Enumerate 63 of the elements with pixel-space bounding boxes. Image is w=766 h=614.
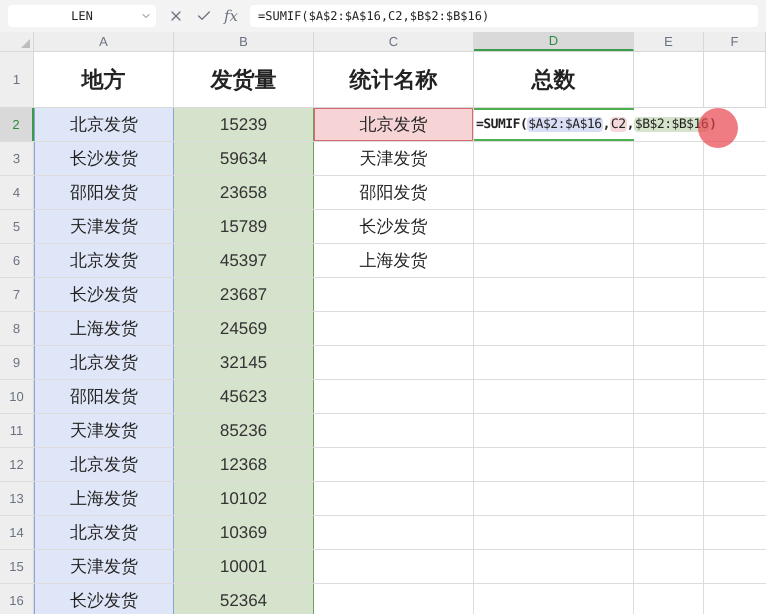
table-cell: 天津发货 (34, 210, 174, 243)
table-cell: 12368 (174, 448, 314, 481)
formula-field[interactable]: =SUMIF($A$2:$A$16,C2,$B$2:$B$16) (250, 5, 758, 27)
table-cell: 45623 (174, 380, 314, 413)
table-cell: 北京发货 (314, 108, 473, 141)
row-header[interactable]: 3 (0, 142, 34, 175)
table-cell: 长沙发货 (34, 278, 174, 311)
table-cell-text: 长沙发货 (358, 216, 428, 238)
table-cell: 长沙发货 (34, 142, 174, 175)
table-cell: 15239 (174, 108, 314, 141)
row-header[interactable]: 10 (0, 380, 34, 413)
table-cell: 24569 (174, 312, 314, 345)
table-cell: 天津发货 (34, 550, 174, 583)
table-cell: 上海发货 (34, 482, 174, 515)
row-header[interactable]: 5 (0, 210, 34, 243)
row-header[interactable]: 15 (0, 550, 34, 583)
table-cell: 邵阳发货 (34, 176, 174, 209)
table-cell-text: 统计名称 (350, 66, 438, 94)
column-header[interactable]: B (174, 32, 314, 51)
name-box[interactable]: LEN (8, 5, 156, 27)
table-cell-text: 天津发货 (358, 148, 428, 170)
table-cell: 59634 (174, 142, 314, 175)
table-cell-text: 发货量 (210, 66, 276, 94)
table-cell: 23687 (174, 278, 314, 311)
table-cell: 15789 (174, 210, 314, 243)
table-cell: 北京发货 (34, 448, 174, 481)
table-cell: 32145 (174, 346, 314, 379)
row-header[interactable]: 6 (0, 244, 34, 277)
table-cell-text: 邵阳发货 (358, 182, 428, 204)
column-header[interactable]: D (474, 32, 634, 51)
table-cell: 北京发货 (34, 244, 174, 277)
row-header[interactable]: 4 (0, 176, 34, 209)
row-header[interactable]: 16 (0, 584, 34, 614)
table-cell: 52364 (174, 584, 314, 614)
table-cell: 85236 (174, 414, 314, 447)
row-header[interactable]: 8 (0, 312, 34, 345)
table-cell: 23658 (174, 176, 314, 209)
column-header[interactable]: F (704, 32, 766, 51)
table-cell: 北京发货 (34, 346, 174, 379)
table-cell: 北京发货 (34, 516, 174, 549)
table-cell-text: 上海发货 (358, 250, 428, 272)
row-header[interactable]: 7 (0, 278, 34, 311)
column-header[interactable]: E (634, 32, 704, 51)
row-header[interactable]: 13 (0, 482, 34, 515)
row-header[interactable]: 14 (0, 516, 34, 549)
row-header[interactable]: 12 (0, 448, 34, 481)
table-cell: 10369 (174, 516, 314, 549)
row-header[interactable]: 9 (0, 346, 34, 379)
table-cell-text: 地方 (82, 66, 126, 94)
table-cell: 天津发货 (34, 414, 174, 447)
table-cell: 10102 (174, 482, 314, 515)
table-cell: 10001 (174, 550, 314, 583)
table-cell: 45397 (174, 244, 314, 277)
table-cell-text: 总数 (532, 66, 576, 94)
table-cell: 长沙发货 (34, 584, 174, 614)
row-header[interactable]: 1 (0, 52, 34, 107)
table-cell: 邵阳发货 (34, 380, 174, 413)
table-cell: 上海发货 (34, 312, 174, 345)
row-header[interactable]: 11 (0, 414, 34, 447)
column-header[interactable]: A (34, 32, 174, 51)
row-header[interactable]: 2 (0, 108, 34, 141)
function-label[interactable]: fx (224, 4, 238, 28)
table-cell: 北京发货 (34, 108, 174, 141)
